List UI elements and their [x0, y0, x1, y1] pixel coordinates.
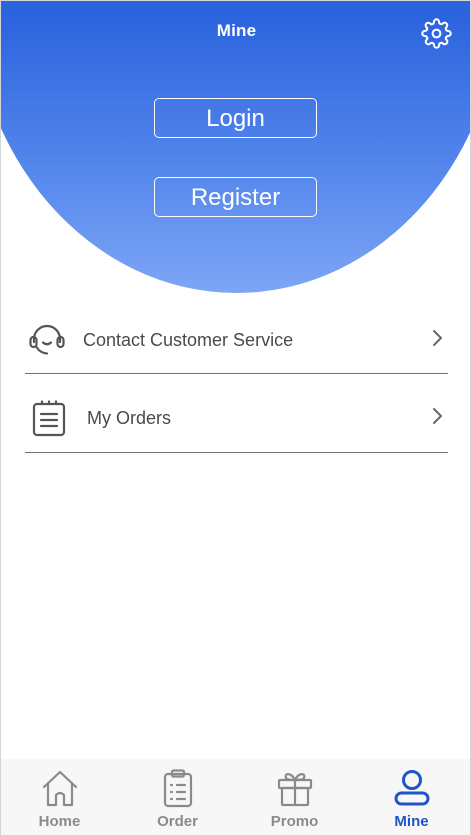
page-title: Mine: [216, 21, 257, 40]
tab-label: Home: [38, 813, 81, 830]
home-icon: [42, 770, 78, 807]
tab-mine[interactable]: Mine: [353, 759, 470, 835]
gear-icon[interactable]: [421, 18, 452, 49]
menu-item-my-orders[interactable]: My Orders: [25, 374, 448, 453]
register-button[interactable]: Register: [154, 177, 317, 217]
headset-icon: [29, 324, 65, 355]
login-button[interactable]: Login: [154, 98, 317, 138]
tab-home[interactable]: Home: [1, 759, 118, 835]
profile-header-background: [1, 1, 470, 293]
tab-order[interactable]: Order: [119, 759, 236, 835]
tab-label: Order: [157, 813, 198, 830]
menu-item-label: My Orders: [87, 408, 172, 428]
chevron-right-icon: [433, 408, 442, 424]
menu-item-label: Contact Customer Service: [83, 330, 294, 350]
tab-label: Mine: [394, 813, 429, 830]
clipboard-list-icon: [32, 400, 66, 437]
chevron-right-icon: [433, 330, 442, 346]
app-screen: Mine Login Register Contact Customer Ser…: [0, 0, 471, 836]
user-icon: [394, 770, 430, 806]
tab-promo[interactable]: Promo: [236, 759, 353, 835]
tab-label: Promo: [270, 813, 319, 830]
clipboard-icon: [163, 769, 193, 808]
gift-icon: [277, 773, 313, 807]
menu-item-contact-customer-service[interactable]: Contact Customer Service: [25, 295, 448, 374]
bottom-tab-bar: Home Order Promo Mine: [1, 759, 470, 835]
